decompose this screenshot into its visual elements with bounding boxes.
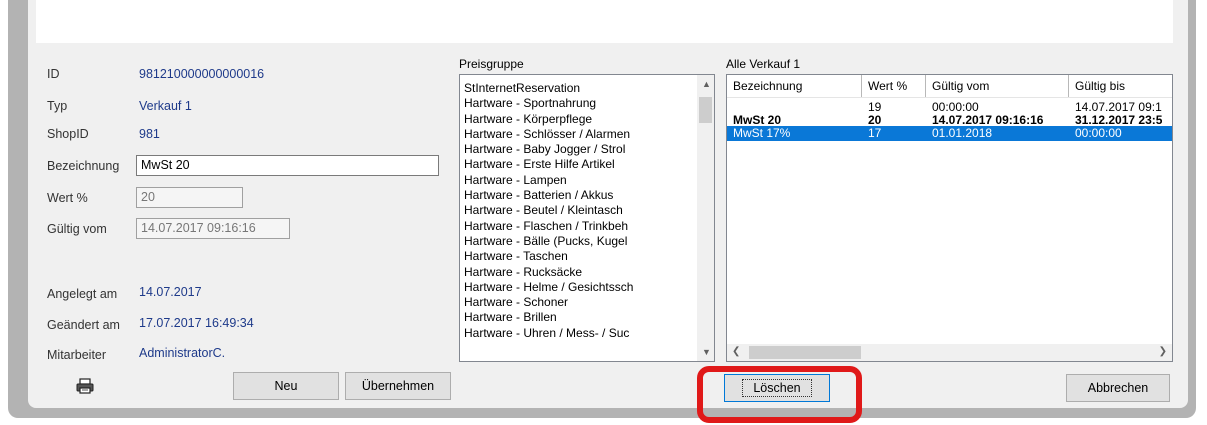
scroll-left-icon[interactable]: ❮ [732,346,740,357]
apply-button[interactable]: Übernehmen [345,372,451,400]
list-item[interactable]: Hartware - Uhren / Mess- / Suc [464,326,696,341]
table-row[interactable]: MwSt 17% 17 01.01.2018 00:00:00 [727,126,1172,141]
list-item[interactable]: Hartware - Brillen [464,310,696,325]
col-gueltig-vom[interactable]: Gültig vom [926,75,1069,97]
list-item[interactable]: Hartware - Schlösser / Alarmen [464,127,696,142]
grid-label: Alle Verkauf 1 [726,57,801,71]
bezeichnung-field[interactable]: MwSt 20 [136,155,439,176]
list-item[interactable]: Hartware - Taschen [464,249,696,264]
geaendert-value: 17.07.2017 16:49:34 [139,316,254,330]
list-item[interactable]: Hartware - Körperpflege [464,112,696,127]
highlight-box [697,366,862,423]
grid-header: Bezeichnung Wert % Gültig vom Gültig bis [727,75,1172,98]
typ-label: Typ [47,99,68,113]
wert-field[interactable]: 20 [136,187,243,208]
id-label: ID [47,67,60,81]
vat-grid[interactable]: Bezeichnung Wert % Gültig vom Gültig bis… [726,74,1173,362]
id-value: 981210000000000016 [139,67,265,81]
scroll-right-icon[interactable]: ❯ [1159,346,1167,357]
gueltig-label: Gültig vom [47,222,107,236]
cell-bis: 00:00:00 [1075,126,1122,140]
list-item[interactable]: Hartware - Helme / Gesichtssch [464,280,696,295]
list-item[interactable]: StInternetReservation [464,81,696,96]
grid-horizontal-scrollbar[interactable]: ❮ ❯ [727,344,1172,361]
list-item[interactable]: Hartware - Batterien / Akkus [464,188,696,203]
scroll-up-icon[interactable]: ▲ [702,79,711,89]
list-item[interactable]: Hartware - Lampen [464,173,696,188]
mitarbeiter-label: Mitarbeiter [47,348,107,362]
cell-wert: 17 [868,126,882,140]
col-bezeichnung[interactable]: Bezeichnung [727,75,862,97]
list-item[interactable]: Hartware - Baby Jogger / Strol [464,142,696,157]
wert-label: Wert % [47,191,88,205]
hscroll-thumb[interactable] [749,346,861,359]
list-item[interactable]: Hartware - Flaschen / Trinkbeh [464,219,696,234]
col-wert[interactable]: Wert % [862,75,926,97]
bezeichnung-label: Bezeichnung [47,159,120,173]
list-item[interactable]: Hartware - Schoner [464,295,696,310]
geaendert-label: Geändert am [47,318,120,332]
print-button[interactable] [43,372,127,400]
scroll-thumb[interactable] [699,97,712,123]
col-gueltig-bis[interactable]: Gültig bis [1069,75,1172,97]
typ-value: Verkauf 1 [139,99,192,113]
scroll-down-icon[interactable]: ▼ [702,347,711,357]
mitarbeiter-value: AdministratorC. [139,346,226,360]
angelegt-value: 14.07.2017 [139,285,202,299]
cancel-button[interactable]: Abbrechen [1066,374,1170,402]
gueltig-field[interactable]: 14.07.2017 09:16:16 [136,218,290,239]
new-button[interactable]: Neu [233,372,339,400]
cell-von: 01.01.2018 [932,126,993,140]
list-item[interactable]: Hartware - Rucksäcke [464,265,696,280]
list-item[interactable]: Hartware - Bälle (Pucks, Kugel [464,234,696,249]
cell-bezeichnung: MwSt 17% [733,126,791,140]
top-area [36,0,1173,43]
shopid-label: ShopID [47,127,89,141]
angelegt-label: Angelegt am [47,287,118,301]
list-item[interactable]: Hartware - Sportnahrung [464,96,696,111]
preisgruppe-list[interactable]: StInternetReservation Hartware - Sportnah… [459,74,715,362]
list-vertical-scrollbar[interactable]: ▲ ▼ [697,75,714,361]
shopid-value: 981 [139,127,160,141]
list-item[interactable]: Hartware - Erste Hilfe Artikel [464,157,696,172]
list-item[interactable]: Hartware - Beutel / Kleintasch [464,203,696,218]
preisgruppe-label: Preisgruppe [459,57,524,71]
printer-icon [76,378,94,394]
